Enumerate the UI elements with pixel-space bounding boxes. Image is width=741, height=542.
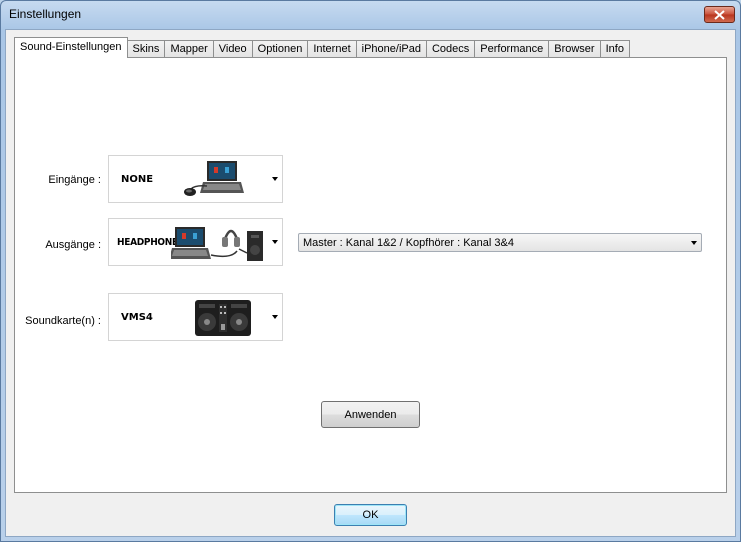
- tab-info[interactable]: Info: [599, 40, 630, 58]
- tab-video[interactable]: Video: [212, 40, 253, 58]
- tab-internet[interactable]: Internet: [307, 40, 357, 58]
- window-title: Einstellungen: [9, 7, 82, 21]
- chevron-down-icon: [691, 241, 697, 245]
- tab-browser[interactable]: Browser: [548, 40, 601, 58]
- tab-options[interactable]: Optionen: [251, 40, 309, 58]
- inputs-selector[interactable]: NONE: [108, 155, 283, 203]
- soundcard-value: VMS4: [121, 312, 153, 323]
- tab-sound-settings[interactable]: Sound-Einstellungen: [14, 37, 128, 58]
- dj-controller-icon: [195, 300, 251, 336]
- channel-routing-select[interactable]: Master : Kanal 1&2 / Kopfhörer : Kanal 3…: [298, 233, 702, 252]
- tab-skins[interactable]: Skins: [126, 40, 166, 58]
- ok-button[interactable]: OK: [334, 504, 407, 526]
- soundcard-selector[interactable]: VMS4: [108, 293, 283, 341]
- laptop-headphones-speaker-icon: [171, 227, 263, 261]
- inputs-label: Eingänge :: [48, 174, 101, 186]
- channel-routing-value: Master : Kanal 1&2 / Kopfhörer : Kanal 3…: [303, 237, 514, 249]
- close-icon: [714, 9, 725, 20]
- outputs-label: Ausgänge :: [45, 239, 101, 251]
- tab-codecs[interactable]: Codecs: [425, 40, 476, 58]
- dialog-client: Sound-Einstellungen Skins Mapper Video O…: [5, 29, 736, 537]
- chevron-down-icon: [272, 177, 278, 181]
- tab-mapper[interactable]: Mapper: [164, 40, 214, 58]
- chevron-down-icon: [272, 240, 278, 244]
- soundcard-label: Soundkarte(n) :: [25, 315, 101, 327]
- laptop-with-mouse-icon: [184, 161, 244, 196]
- sound-settings-panel: Eingänge : NONE Ausgänge : HEADPHONES Ma…: [14, 57, 727, 493]
- close-button[interactable]: [704, 6, 735, 23]
- tab-iphone-ipad[interactable]: iPhone/iPad: [355, 40, 427, 58]
- apply-button[interactable]: Anwenden: [321, 401, 420, 428]
- title-bar: Einstellungen: [1, 1, 740, 29]
- outputs-selector[interactable]: HEADPHONES: [108, 218, 283, 266]
- chevron-down-icon: [272, 315, 278, 319]
- tab-strip: Sound-Einstellungen Skins Mapper Video O…: [14, 37, 630, 58]
- settings-window: Einstellungen Sound-Einstellungen Skins …: [0, 0, 741, 542]
- tab-performance[interactable]: Performance: [474, 40, 550, 58]
- inputs-value: NONE: [121, 174, 154, 185]
